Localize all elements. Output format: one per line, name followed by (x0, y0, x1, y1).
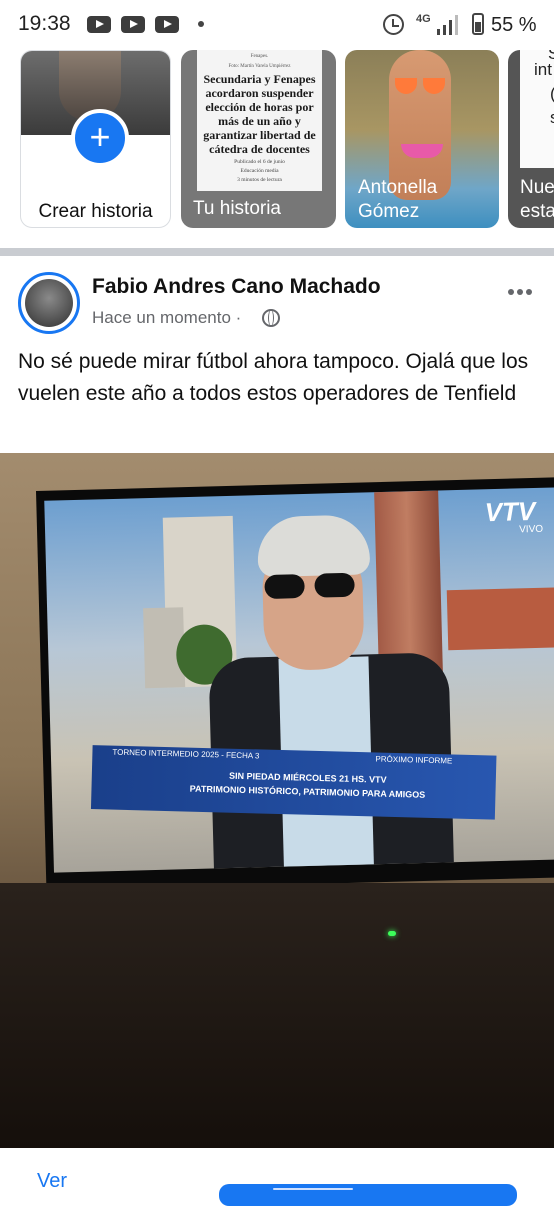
post-author-name[interactable]: Fabio Andres Cano Machado (92, 275, 381, 299)
add-story-icon[interactable]: + (71, 109, 129, 167)
create-story-card[interactable]: + Crear historia (20, 50, 171, 228)
news-screenshot: Fenapes. Foto: Martín Varela Umpiérrez S… (197, 50, 322, 191)
battery-percent: 55 % (491, 14, 537, 36)
author-avatar[interactable] (18, 272, 80, 334)
more-options-icon[interactable] (508, 282, 535, 300)
your-story-label: Tu historia (193, 198, 281, 219)
post-photo[interactable]: VTV VIVO TORNEO INTERMEDIO 2025 - FECHA … (0, 453, 554, 1148)
more-notifications-icon (198, 21, 204, 27)
post-text: No sé puede mirar fútbol ahora tampoco. … (18, 350, 529, 405)
tv-screen-photo: VTV VIVO TORNEO INTERMEDIO 2025 - FECHA … (36, 476, 554, 891)
signal-icon (437, 15, 458, 35)
youtube-notification-icon (155, 16, 179, 33)
section-divider (0, 248, 554, 256)
news-headline: Secundaria y Fenapes acordaron suspender… (203, 72, 316, 156)
youtube-notification-icon (87, 16, 111, 33)
status-bar: 19:38 4G 55 % (0, 0, 554, 50)
partial-story-label: Nue esta (520, 177, 554, 222)
floating-blue-button[interactable] (219, 1184, 517, 1206)
public-globe-icon (262, 309, 280, 327)
your-story-card[interactable]: Fenapes. Foto: Martín Varela Umpiérrez S… (181, 50, 336, 228)
partial-story-card[interactable]: S int ( s Nue esta (508, 50, 554, 228)
youtube-notification-icon (121, 16, 145, 33)
ver-link[interactable]: Ver (37, 1170, 67, 1193)
create-story-label: Crear historia (38, 201, 153, 222)
bottom-bar: Ver (0, 1148, 554, 1206)
friend-story-card[interactable]: Antonella Gómez (345, 50, 499, 228)
network-type: 4G (416, 13, 431, 25)
post-timestamp[interactable]: Hace un momento · (92, 308, 241, 328)
clock: 19:38 (18, 12, 71, 35)
friend-story-label: Antonella Gómez (358, 177, 438, 222)
battery-icon (472, 13, 484, 35)
stories-tray: + Crear historia Fenapes. Foto: Martín V… (0, 50, 554, 240)
alarm-icon (383, 14, 404, 35)
tv-ticker: TORNEO INTERMEDIO 2025 - FECHA 3 PRÓXIMO … (90, 745, 497, 820)
